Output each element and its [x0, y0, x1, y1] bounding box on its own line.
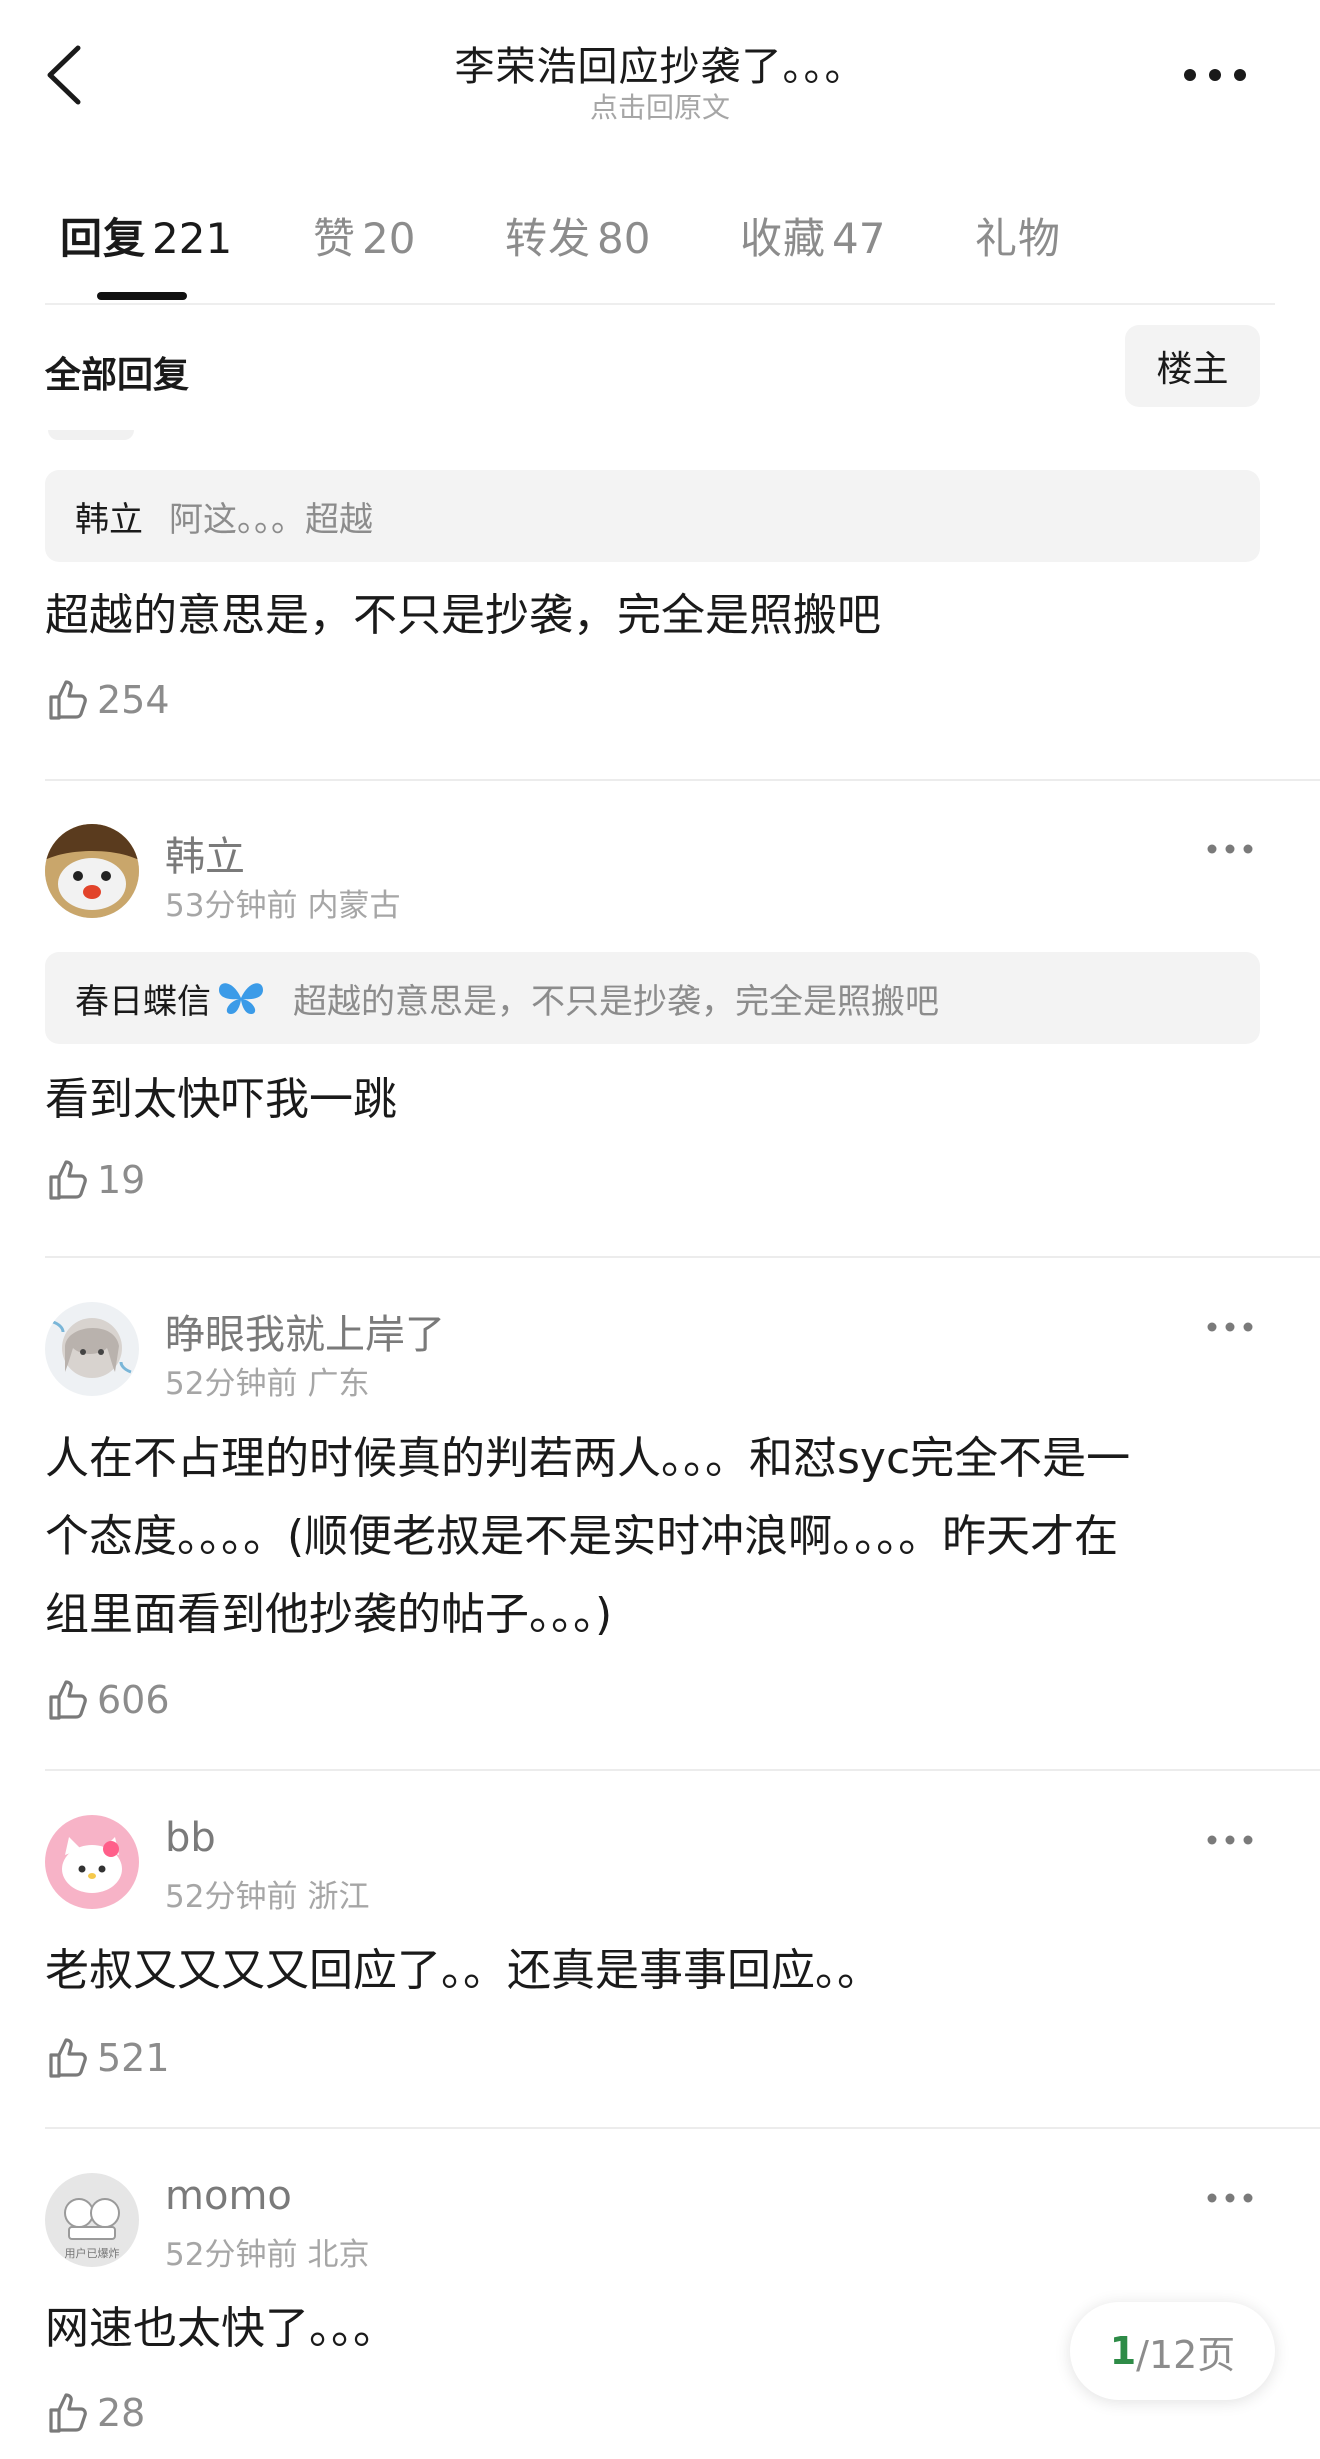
quote-author: 韩立	[75, 499, 143, 540]
like-button[interactable]: 28	[45, 2385, 145, 2441]
comment-more-button[interactable]	[1205, 834, 1255, 864]
like-count: 28	[97, 2391, 146, 2435]
like-count: 521	[97, 2036, 170, 2080]
tab-likes[interactable]: 赞 20	[313, 205, 415, 275]
like-button[interactable]: 19	[45, 1152, 145, 1208]
more-horizontal-icon	[1207, 2193, 1253, 2203]
more-horizontal-icon	[1207, 844, 1253, 854]
butterfly-icon	[219, 983, 263, 1014]
comment-text: 人在不占理的时候真的判若两人。。。和怼syc完全不是一 个态度。。。。(顺便老叔…	[45, 1420, 1275, 1654]
comment-location: 浙江	[307, 1879, 370, 1915]
comment-text: 超越的意思是，不只是抄袭，完全是照搬吧	[45, 590, 881, 641]
more-horizontal-icon	[1184, 69, 1246, 81]
quoted-reply[interactable]: 春日蝶信 超越的意思是，不只是抄袭，完全是照搬吧	[45, 952, 1260, 1044]
more-horizontal-icon	[1207, 1835, 1253, 1845]
username[interactable]: 韩立	[165, 824, 245, 882]
comment-more-button[interactable]	[1205, 2183, 1255, 2213]
like-button[interactable]: 521	[45, 2030, 170, 2086]
comment-time: 52分钟前	[165, 2237, 298, 2273]
owner-only-button[interactable]: 楼主	[1125, 325, 1260, 407]
comment-meta: 52分钟前 北京	[165, 2229, 369, 2274]
quote-author: 春日蝶信	[75, 981, 211, 1022]
divider	[45, 779, 1320, 781]
avatar-image	[45, 1302, 139, 1396]
username[interactable]: 睁眼我就上岸了	[165, 1302, 445, 1360]
tab-label: 赞	[313, 214, 357, 263]
like-count: 606	[97, 1678, 170, 1722]
comment-location: 内蒙古	[307, 888, 401, 924]
thumbs-up-icon	[49, 1160, 87, 1200]
comment-text: 老叔又又又又回应了。。还真是事事回应。。	[45, 1945, 881, 1996]
tab-reposts[interactable]: 转发 80	[505, 205, 650, 275]
tab-count: 47	[832, 214, 886, 263]
comment-meta: 53分钟前 内蒙古	[165, 880, 400, 925]
comment-line: 个态度。。。。(顺便老叔是不是实时冲浪啊。。。。昨天才在	[45, 1511, 1119, 1562]
avatar-image: 用户已爆炸	[45, 2173, 139, 2267]
comment-meta: 52分钟前 广东	[165, 1358, 369, 1403]
comment-meta: 52分钟前 浙江	[165, 1871, 369, 1916]
like-count: 19	[97, 1158, 146, 1202]
thumbs-up-icon	[49, 680, 87, 720]
back-to-original-link[interactable]: 点击回原文	[0, 86, 1320, 126]
quoted-reply[interactable]: 韩立 阿这。。。超越	[45, 470, 1260, 562]
avatar[interactable]	[45, 1815, 139, 1909]
comment-text: 看到太快吓我一跳	[45, 1074, 397, 1125]
interaction-tabs: 回复 221 赞 20 转发 80 收藏 47 礼物	[45, 205, 1275, 305]
avatar-caption: 用户已爆炸	[65, 2246, 120, 2260]
tab-count: 221	[152, 214, 233, 263]
active-tab-indicator	[97, 292, 187, 300]
tab-count: 80	[597, 214, 651, 263]
comment-line: 人在不占理的时候真的判若两人。。。和怼syc完全不是一	[45, 1433, 1131, 1484]
tab-label: 礼物	[975, 214, 1062, 263]
avatar[interactable]: 用户已爆炸	[45, 2173, 139, 2267]
tab-label: 收藏	[740, 214, 827, 263]
comment-more-button[interactable]	[1205, 1825, 1255, 1855]
thumbs-up-icon	[49, 1680, 87, 1720]
like-button[interactable]: 254	[45, 672, 170, 728]
clipped-avatar-edge	[48, 430, 134, 440]
comment-more-button[interactable]	[1205, 1312, 1255, 1342]
tab-gifts[interactable]: 礼物	[975, 205, 1061, 275]
comment-location: 北京	[307, 2237, 370, 2273]
quote-text: 超越的意思是，不只是抄袭，完全是照搬吧	[293, 981, 939, 1022]
comment-location: 广东	[307, 1366, 370, 1402]
comment-time: 52分钟前	[165, 1366, 298, 1402]
divider	[45, 1769, 1320, 1771]
more-options-button[interactable]	[1180, 60, 1250, 90]
quote-text: 阿这。。。超越	[169, 499, 373, 540]
tab-label: 回复	[60, 214, 147, 263]
avatar-image	[45, 1815, 139, 1909]
thumbs-up-icon	[49, 2038, 87, 2078]
divider	[45, 2127, 1320, 2129]
like-button[interactable]: 606	[45, 1672, 170, 1728]
divider	[45, 1256, 1320, 1258]
avatar[interactable]	[45, 1302, 139, 1396]
like-count: 254	[97, 678, 170, 722]
comment-line: 组里面看到他抄袭的帖子。。。)	[45, 1589, 613, 1640]
tab-favorites[interactable]: 收藏 47	[740, 205, 885, 275]
comment-time: 53分钟前	[165, 888, 298, 924]
all-replies-label: 全部回复	[45, 355, 190, 396]
page-indicator[interactable]: 1/12页	[1070, 2302, 1275, 2400]
tab-count: 20	[362, 214, 416, 263]
thumbs-up-icon	[49, 2393, 87, 2433]
tab-label: 转发	[505, 214, 592, 263]
more-horizontal-icon	[1207, 1322, 1253, 1332]
avatar[interactable]	[45, 824, 139, 918]
username[interactable]: momo	[165, 2173, 292, 2219]
top-bar: 李荣浩回应抄袭了。。。 点击回原文	[0, 0, 1320, 150]
comment-time: 52分钟前	[165, 1879, 298, 1915]
avatar-image	[45, 824, 139, 918]
current-page: 1	[1109, 2329, 1137, 2373]
tab-replies[interactable]: 回复 221	[60, 205, 232, 275]
username[interactable]: bb	[165, 1815, 216, 1861]
total-pages: /12页	[1136, 2332, 1236, 2377]
post-title: 李荣浩回应抄袭了。。。	[454, 44, 866, 90]
